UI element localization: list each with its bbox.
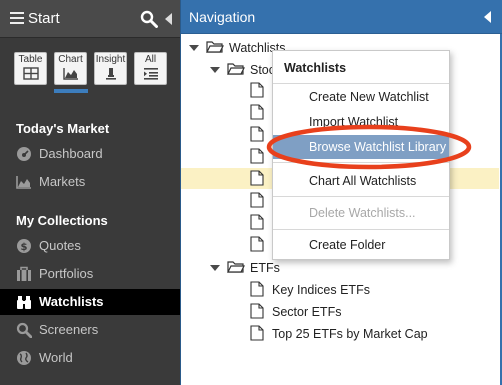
sidebar-item-label: Dashboard (39, 146, 103, 161)
document-icon (250, 325, 264, 341)
menu-item-delete-watchlists: Delete Watchlists... (273, 201, 449, 225)
menu-item-import-watchlist[interactable]: Import Watchlist (273, 110, 449, 134)
tab-insight[interactable]: Insight (94, 52, 127, 85)
briefcase-icon (17, 266, 31, 281)
sidebar-item-label: World (39, 350, 73, 365)
context-menu-title: Watchlists (284, 61, 347, 75)
table-icon (22, 67, 39, 80)
sidebar-item-screeners[interactable]: Screeners (0, 317, 180, 343)
navigation-header: Navigation (181, 0, 502, 34)
sidebar-item-label: Screeners (39, 322, 99, 337)
sidebar-item-label: Portfolios (39, 266, 94, 281)
sidebar-item-label: Quotes (39, 238, 81, 253)
document-icon[interactable] (250, 148, 264, 164)
menu-item-label: Create New Watchlist (309, 90, 429, 104)
menu-item-browse-watchlist-library[interactable]: Browse Watchlist Library (273, 135, 449, 159)
caret-down-icon[interactable] (210, 67, 220, 73)
tree-item-sector-etfs[interactable]: Sector ETFs (250, 302, 450, 322)
document-icon[interactable] (250, 170, 264, 186)
section-title-todays-market: Today's Market (16, 121, 110, 136)
tree-folder-watchlists[interactable]: Watchlists (189, 38, 286, 58)
globe-icon (17, 351, 31, 365)
sidebar-item-label: Markets (39, 174, 86, 189)
document-icon[interactable] (250, 214, 264, 230)
tree-label: Top 25 ETFs by Market Cap (272, 327, 428, 341)
menu-item-create-new-watchlist[interactable]: Create New Watchlist (273, 85, 449, 109)
collapse-sidebar-icon[interactable] (165, 13, 172, 25)
tab-all-label: All (144, 54, 157, 65)
chart-area-icon (16, 176, 31, 189)
caret-down-icon[interactable] (210, 265, 220, 271)
search-icon (16, 322, 32, 338)
tree-folder-etfs[interactable]: ETFs (210, 258, 290, 278)
menu-item-label: Chart All Watchlists (309, 174, 417, 188)
menu-item-label: Delete Watchlists... (309, 206, 416, 220)
sidebar-item-dashboard[interactable]: Dashboard (0, 141, 180, 167)
svg-text:$: $ (21, 242, 28, 253)
folder-open-icon (227, 261, 245, 273)
document-icon[interactable] (250, 236, 264, 252)
menu-item-create-folder[interactable]: Create Folder (273, 233, 449, 257)
search-icon[interactable] (140, 10, 158, 28)
sidebar-item-watchlists[interactable]: Watchlists (0, 289, 180, 315)
document-icon[interactable] (250, 126, 264, 142)
document-icon[interactable] (250, 104, 264, 120)
caret-down-icon[interactable] (189, 45, 199, 51)
menu-icon[interactable] (10, 12, 24, 26)
document-icon (250, 303, 264, 319)
context-menu: Watchlists Create New Watchlist Import W… (272, 50, 450, 260)
sidebar-item-label: Watchlists (39, 294, 104, 309)
sidebar: Start Table Chart Insight All Today's Ma… (0, 0, 180, 385)
sidebar-item-portfolios[interactable]: Portfolios (0, 261, 180, 287)
dollar-icon: $ (17, 239, 31, 253)
menu-separator (273, 229, 449, 230)
sidebar-title: Start (28, 10, 60, 27)
chart-icon (62, 68, 78, 80)
tab-all[interactable]: All (134, 52, 167, 85)
tab-table-label: Table (18, 54, 43, 65)
sidebar-item-quotes[interactable]: $ Quotes (0, 233, 180, 259)
tab-insight-label: Insight (95, 54, 126, 65)
tab-chart[interactable]: Chart (54, 52, 87, 85)
insight-icon (105, 68, 116, 80)
document-icon[interactable] (250, 192, 264, 208)
tree-item-key-indices-etfs[interactable]: Key Indices ETFs (250, 280, 450, 300)
collapse-navigation-icon[interactable] (484, 11, 491, 23)
menu-item-chart-all-watchlists[interactable]: Chart All Watchlists (273, 169, 449, 193)
document-icon[interactable] (250, 82, 264, 98)
tree-label: ETFs (250, 261, 280, 275)
folder-open-icon (206, 41, 224, 53)
dashboard-icon (17, 147, 31, 161)
tree-folder-stocks[interactable]: Stoc (210, 60, 275, 80)
navigation-title: Navigation (189, 9, 256, 25)
active-tab-indicator (54, 89, 88, 93)
context-menu-header: Watchlists (273, 51, 449, 84)
menu-separator (273, 162, 449, 163)
tree-item-top-25-etfs[interactable]: Top 25 ETFs by Market Cap (250, 324, 470, 344)
tab-table[interactable]: Table (14, 52, 47, 85)
menu-item-label: Create Folder (309, 238, 386, 252)
menu-separator (273, 196, 449, 197)
list-icon (143, 68, 158, 80)
document-icon (250, 281, 264, 297)
sidebar-header: Start (0, 0, 180, 38)
menu-item-label: Import Watchlist (309, 115, 399, 129)
tree-label: Sector ETFs (272, 305, 342, 319)
menu-item-label: Browse Watchlist Library (309, 140, 447, 154)
tab-chart-label: Chart (58, 54, 83, 65)
tree-label: Key Indices ETFs (272, 283, 370, 297)
section-title-my-collections: My Collections (16, 213, 108, 228)
sidebar-item-markets[interactable]: Markets (0, 169, 180, 195)
sidebar-item-world[interactable]: World (0, 345, 180, 371)
folder-open-icon (227, 63, 245, 75)
binoculars-icon (17, 296, 31, 309)
